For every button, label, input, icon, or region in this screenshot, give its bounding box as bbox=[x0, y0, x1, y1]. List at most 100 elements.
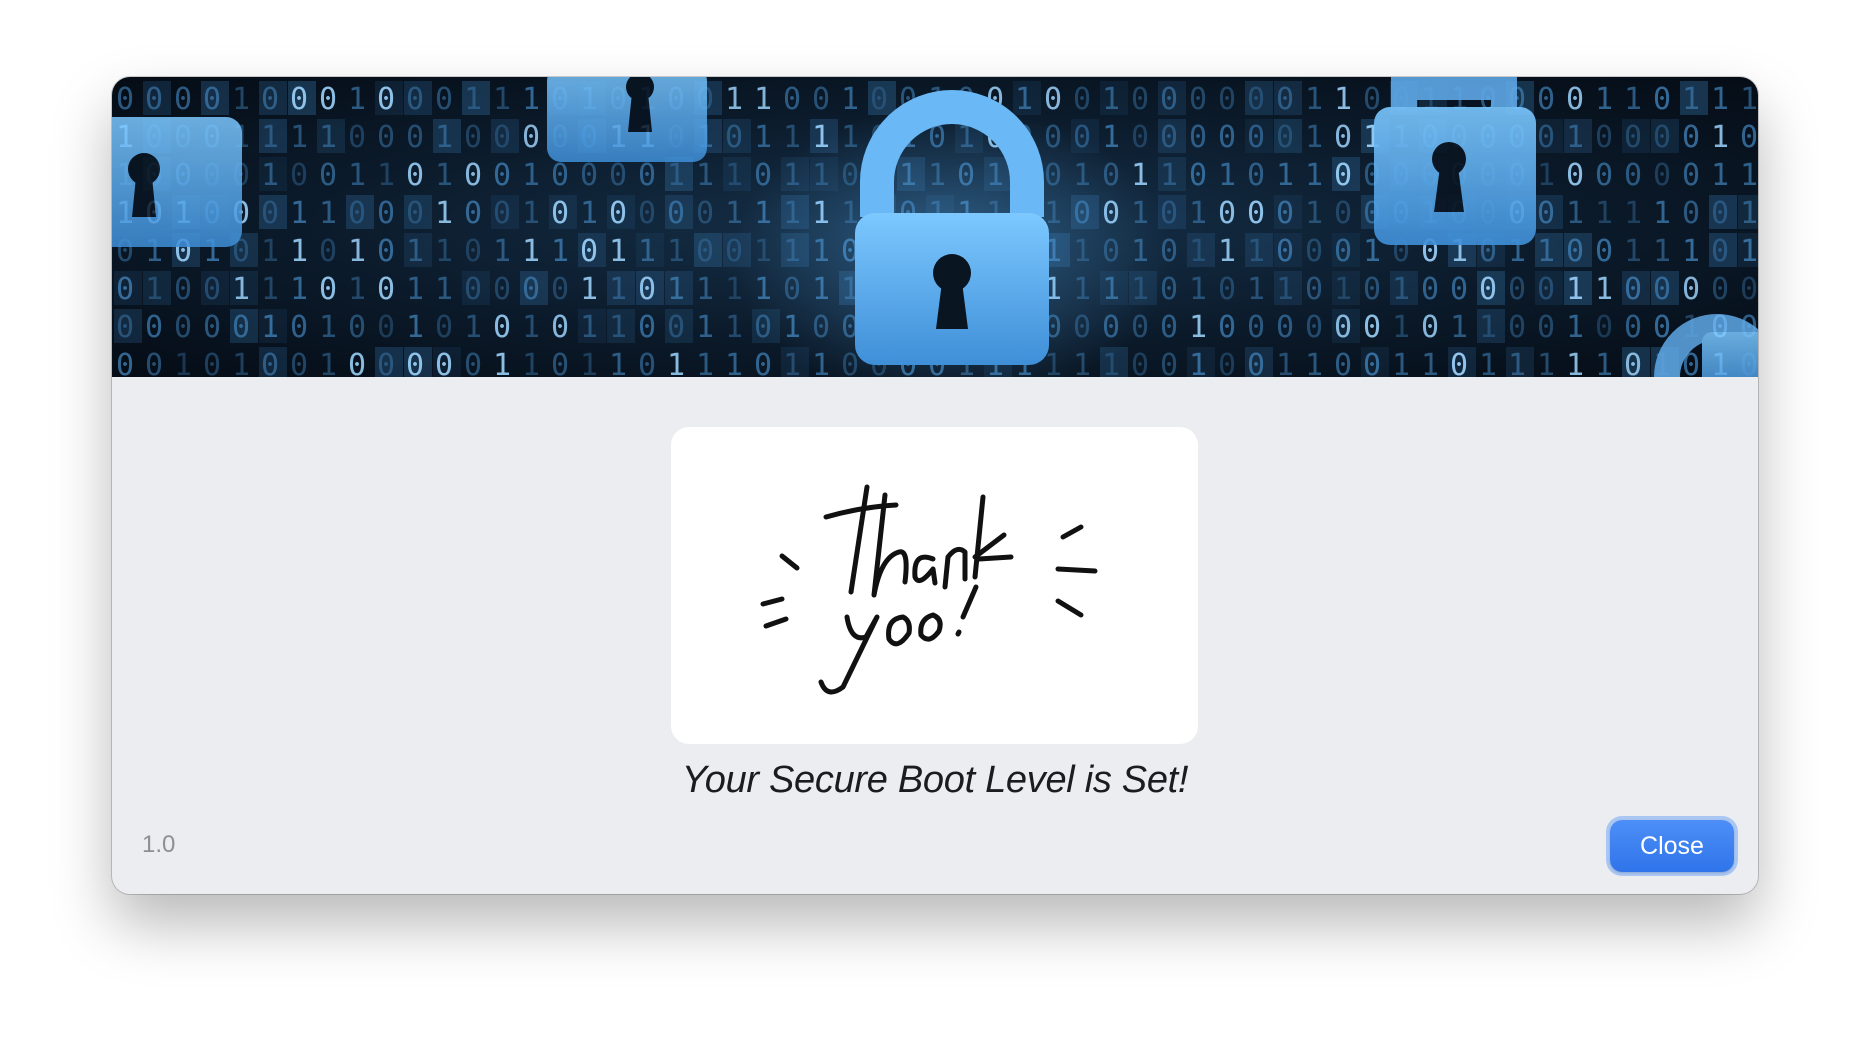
svg-text:0: 0 bbox=[203, 310, 221, 345]
svg-text:1: 1 bbox=[1276, 158, 1294, 193]
svg-text:1: 1 bbox=[1537, 158, 1555, 193]
svg-text:1: 1 bbox=[725, 82, 743, 117]
svg-text:0: 0 bbox=[1334, 234, 1352, 269]
svg-text:1: 1 bbox=[261, 120, 279, 155]
svg-text:0: 0 bbox=[116, 348, 134, 377]
svg-text:1: 1 bbox=[667, 234, 685, 269]
svg-text:1: 1 bbox=[493, 234, 511, 269]
svg-text:0: 0 bbox=[1334, 348, 1352, 377]
svg-text:1: 1 bbox=[377, 158, 395, 193]
svg-text:1: 1 bbox=[1740, 158, 1758, 193]
svg-text:0: 0 bbox=[1740, 272, 1758, 307]
svg-text:0: 0 bbox=[1711, 196, 1729, 231]
svg-text:0: 0 bbox=[1363, 272, 1381, 307]
svg-text:0: 0 bbox=[348, 196, 366, 231]
svg-text:0: 0 bbox=[145, 310, 163, 345]
svg-text:0: 0 bbox=[1160, 120, 1178, 155]
svg-text:0: 0 bbox=[667, 310, 685, 345]
svg-text:1: 1 bbox=[754, 82, 772, 117]
svg-text:1: 1 bbox=[1218, 158, 1236, 193]
svg-text:1: 1 bbox=[290, 234, 308, 269]
svg-text:1: 1 bbox=[696, 272, 714, 307]
svg-text:1: 1 bbox=[1305, 158, 1323, 193]
svg-text:1: 1 bbox=[1189, 272, 1207, 307]
svg-text:0: 0 bbox=[754, 348, 772, 377]
svg-text:0: 0 bbox=[1334, 120, 1352, 155]
svg-text:1: 1 bbox=[435, 158, 453, 193]
svg-text:0: 0 bbox=[1247, 82, 1265, 117]
svg-text:0: 0 bbox=[174, 82, 192, 117]
svg-text:0: 0 bbox=[551, 348, 569, 377]
svg-text:1: 1 bbox=[696, 348, 714, 377]
status-message: Your Secure Boot Level is Set! bbox=[681, 759, 1189, 801]
svg-text:0: 0 bbox=[319, 234, 337, 269]
svg-text:0: 0 bbox=[145, 82, 163, 117]
svg-text:0: 0 bbox=[1131, 82, 1149, 117]
svg-text:1: 1 bbox=[145, 272, 163, 307]
svg-text:0: 0 bbox=[493, 310, 511, 345]
svg-text:1: 1 bbox=[435, 272, 453, 307]
svg-text:0: 0 bbox=[377, 310, 395, 345]
svg-text:0: 0 bbox=[1276, 310, 1294, 345]
svg-text:1: 1 bbox=[232, 272, 250, 307]
svg-text:0: 0 bbox=[1160, 310, 1178, 345]
svg-text:0: 0 bbox=[609, 158, 627, 193]
svg-text:0: 0 bbox=[638, 272, 656, 307]
svg-text:1: 1 bbox=[609, 234, 627, 269]
svg-text:0: 0 bbox=[551, 196, 569, 231]
svg-text:0: 0 bbox=[1479, 272, 1497, 307]
svg-text:1: 1 bbox=[1566, 120, 1584, 155]
svg-text:0: 0 bbox=[522, 272, 540, 307]
svg-text:1: 1 bbox=[522, 158, 540, 193]
svg-text:0: 0 bbox=[1508, 272, 1526, 307]
svg-text:0: 0 bbox=[116, 310, 134, 345]
svg-text:0: 0 bbox=[290, 82, 308, 117]
svg-text:1: 1 bbox=[580, 348, 598, 377]
svg-text:0: 0 bbox=[1160, 348, 1178, 377]
svg-text:0: 0 bbox=[870, 82, 888, 117]
svg-text:1: 1 bbox=[406, 234, 424, 269]
svg-text:1: 1 bbox=[348, 234, 366, 269]
svg-text:0: 0 bbox=[1595, 158, 1613, 193]
svg-text:0: 0 bbox=[1711, 272, 1729, 307]
svg-text:0: 0 bbox=[1247, 348, 1265, 377]
svg-text:0: 0 bbox=[1218, 82, 1236, 117]
svg-text:1: 1 bbox=[609, 310, 627, 345]
svg-text:1: 1 bbox=[232, 348, 250, 377]
svg-text:0: 0 bbox=[1537, 272, 1555, 307]
svg-text:0: 0 bbox=[435, 82, 453, 117]
svg-text:0: 0 bbox=[1218, 272, 1236, 307]
svg-text:1: 1 bbox=[1421, 348, 1439, 377]
svg-text:0: 0 bbox=[1711, 234, 1729, 269]
svg-text:0: 0 bbox=[1189, 158, 1207, 193]
svg-text:0: 0 bbox=[1305, 234, 1323, 269]
svg-text:1: 1 bbox=[1392, 348, 1410, 377]
svg-text:1: 1 bbox=[696, 158, 714, 193]
svg-text:1: 1 bbox=[1160, 158, 1178, 193]
svg-text:1: 1 bbox=[1305, 348, 1323, 377]
svg-text:1: 1 bbox=[1189, 196, 1207, 231]
svg-text:1: 1 bbox=[1740, 82, 1758, 117]
close-button[interactable]: Close bbox=[1610, 820, 1734, 872]
svg-text:0: 0 bbox=[290, 158, 308, 193]
svg-text:1: 1 bbox=[1595, 272, 1613, 307]
svg-text:1: 1 bbox=[1653, 196, 1671, 231]
svg-text:1: 1 bbox=[725, 158, 743, 193]
svg-text:0: 0 bbox=[1218, 348, 1236, 377]
svg-text:1: 1 bbox=[580, 272, 598, 307]
svg-text:1: 1 bbox=[580, 196, 598, 231]
svg-text:0: 0 bbox=[1595, 234, 1613, 269]
svg-text:0: 0 bbox=[1653, 82, 1671, 117]
svg-text:0: 0 bbox=[377, 196, 395, 231]
svg-text:0: 0 bbox=[435, 310, 453, 345]
svg-text:1: 1 bbox=[348, 158, 366, 193]
svg-text:0: 0 bbox=[145, 348, 163, 377]
svg-text:0: 0 bbox=[406, 348, 424, 377]
svg-text:0: 0 bbox=[1682, 120, 1700, 155]
svg-text:0: 0 bbox=[464, 272, 482, 307]
svg-text:1: 1 bbox=[1537, 348, 1555, 377]
svg-text:1: 1 bbox=[261, 234, 279, 269]
svg-text:1: 1 bbox=[319, 120, 337, 155]
svg-text:0: 0 bbox=[1073, 82, 1091, 117]
svg-text:0: 0 bbox=[1276, 234, 1294, 269]
